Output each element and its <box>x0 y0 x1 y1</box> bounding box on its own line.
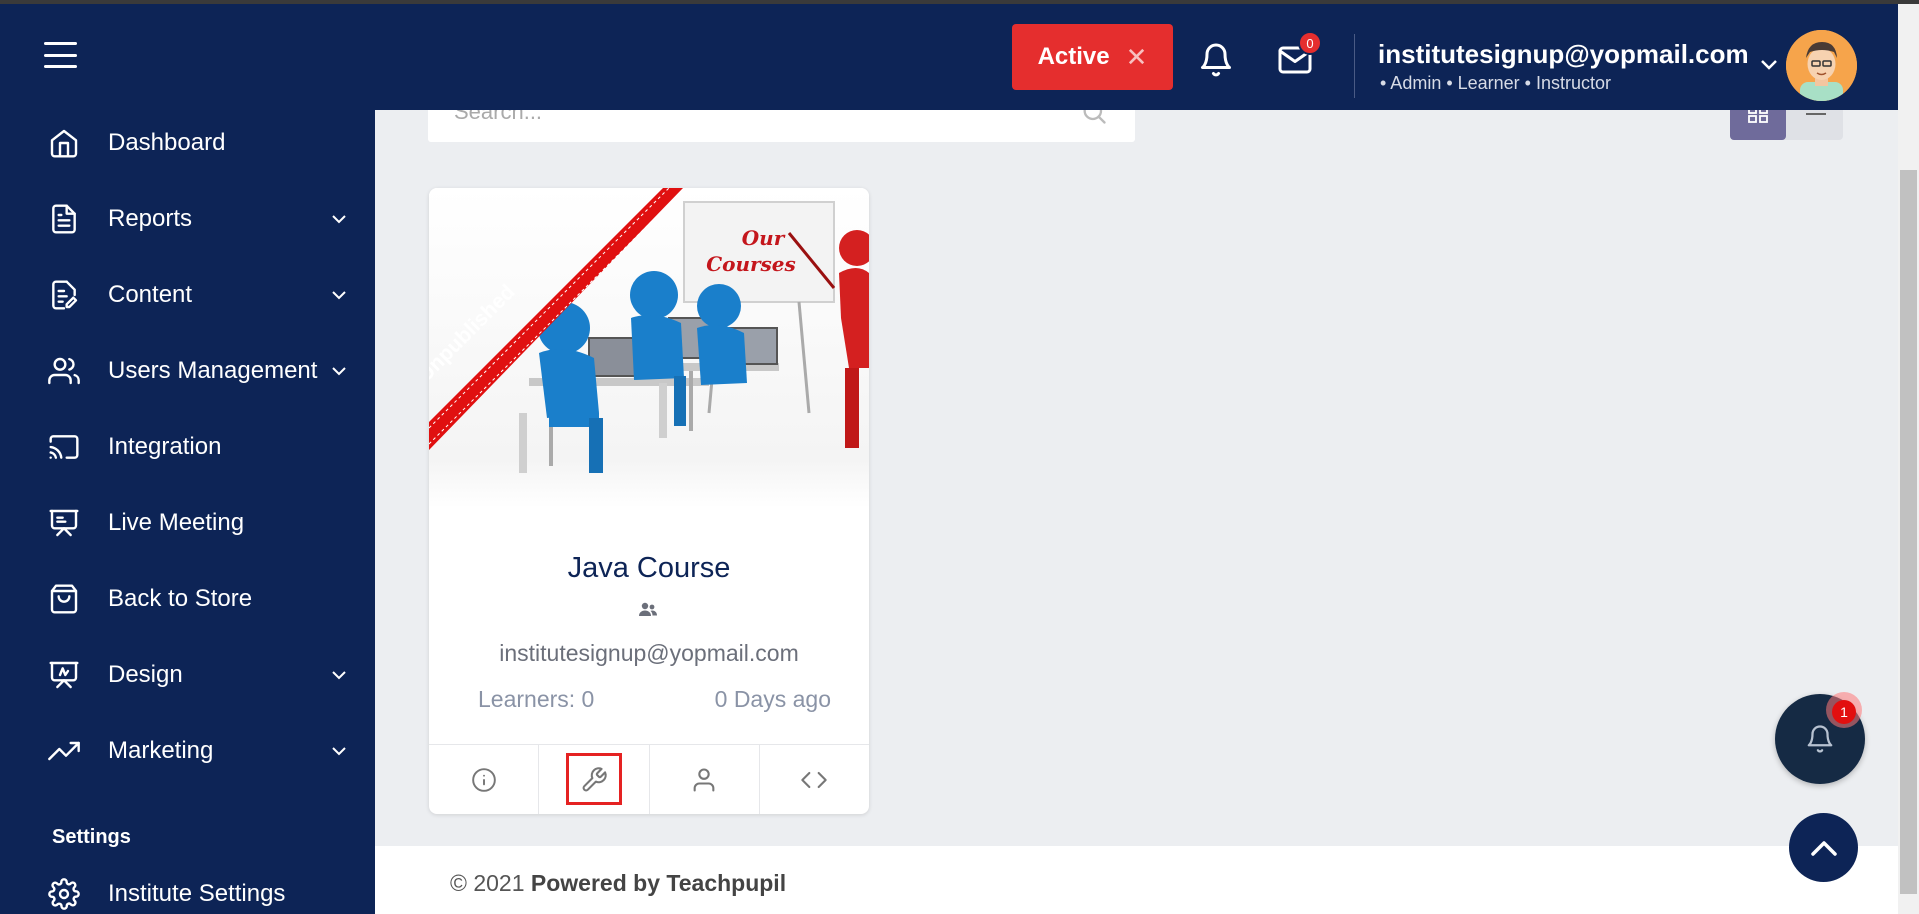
notification-badge: 1 <box>1832 700 1856 724</box>
classroom-illustration: Our Courses Unpublished <box>429 188 869 473</box>
chevron-down-icon <box>332 215 346 224</box>
sidebar-item-reports[interactable]: Reports <box>0 189 375 249</box>
top-header: Active ✕ 0 institutesignup@yopmail.com •… <box>0 4 1898 110</box>
instructor-button[interactable] <box>650 745 760 814</box>
course-thumbnail[interactable]: Our Courses Unpublished <box>429 188 869 508</box>
course-actions <box>429 744 869 814</box>
sidebar-item-label: Design <box>108 661 183 688</box>
avatar[interactable] <box>1786 30 1857 101</box>
cast-icon <box>49 435 79 459</box>
sidebar-item-label: Dashboard <box>108 129 226 156</box>
chevron-down-icon[interactable] <box>1760 59 1778 71</box>
home-icon <box>50 129 78 158</box>
tools-button[interactable] <box>539 745 650 814</box>
footer-text: © 2021 Powered by Teachpupil <box>450 870 786 897</box>
close-icon[interactable]: ✕ <box>1126 44 1148 70</box>
active-status-label: Active <box>1037 43 1110 70</box>
users-icon <box>48 357 80 385</box>
course-author: institutesignup@yopmail.com <box>499 640 799 666</box>
mail-count-badge: 0 <box>1298 31 1322 55</box>
copyright: © 2021 <box>450 870 525 896</box>
code-icon <box>801 771 828 789</box>
highlight-box <box>566 753 623 805</box>
active-status-button[interactable]: Active ✕ <box>1012 24 1173 90</box>
settings-heading: Settings <box>52 826 131 848</box>
sidebar-item-label: Institute Settings <box>108 880 286 907</box>
course-card[interactable]: Our Courses Unpublished Java Course inst… <box>429 188 869 814</box>
image-text-courses: Courses <box>706 252 796 276</box>
scrollbar-thumb[interactable] <box>1900 170 1917 894</box>
user-icon <box>693 768 715 792</box>
sidebar-item-marketing[interactable]: Marketing <box>0 721 375 781</box>
user-roles: • Admin • Learner • Instructor <box>1380 73 1612 93</box>
hamburger-menu-icon[interactable] <box>44 42 77 68</box>
bell-icon <box>1807 725 1833 753</box>
sidebar: Dashboard Reports Content Users Manageme… <box>0 110 375 914</box>
scroll-to-top-button[interactable] <box>1789 813 1858 882</box>
sidebar-item-back-to-store[interactable]: Back to Store <box>0 569 375 629</box>
sidebar-item-label: Users Management <box>108 357 318 384</box>
sidebar-item-label: Reports <box>108 205 193 232</box>
powered-by[interactable]: Powered by Teachpupil <box>531 870 786 896</box>
users-icon <box>639 602 657 616</box>
course-title[interactable]: Java Course <box>429 552 869 585</box>
info-button[interactable] <box>429 745 540 814</box>
chevron-down-icon <box>332 671 346 680</box>
info-icon <box>471 768 496 792</box>
header-divider <box>1354 34 1355 98</box>
sidebar-item-label: Back to Store <box>108 585 253 612</box>
sidebar-item-integration[interactable]: Integration <box>0 417 375 477</box>
course-age: 0 Days ago <box>714 686 831 712</box>
chevron-down-icon <box>332 367 346 376</box>
window-top-border <box>0 0 1919 4</box>
sidebar-item-dashboard[interactable]: Dashboard <box>0 113 375 173</box>
user-email[interactable]: institutesignup@yopmail.com <box>1378 39 1749 70</box>
sidebar-item-institute-settings[interactable]: Institute Settings <box>0 864 375 914</box>
sidebar-item-live-meeting[interactable]: Live Meeting <box>0 493 375 553</box>
gear-icon <box>48 878 80 910</box>
sidebar-item-content[interactable]: Content <box>0 265 375 325</box>
sidebar-item-label: Marketing <box>108 737 214 764</box>
bell-icon[interactable] <box>1198 40 1234 80</box>
chevron-down-icon <box>332 291 346 300</box>
document-icon <box>52 204 76 234</box>
embed-button[interactable] <box>760 745 869 814</box>
presentation-icon <box>49 509 79 537</box>
content-icon <box>52 280 78 310</box>
image-text-our: Our <box>742 226 786 250</box>
design-icon <box>49 661 79 689</box>
sidebar-item-label: Content <box>108 281 193 308</box>
trending-up-icon <box>48 741 80 761</box>
sidebar-item-label: Integration <box>108 433 222 460</box>
course-learners: Learners: 0 <box>478 686 595 712</box>
shopping-bag-icon <box>50 584 78 614</box>
sidebar-item-label: Live Meeting <box>108 509 245 536</box>
chevron-down-icon <box>332 747 346 756</box>
chevron-up-icon <box>1810 840 1837 856</box>
sidebar-item-design[interactable]: Design <box>0 645 375 705</box>
sidebar-item-users-management[interactable]: Users Management <box>0 341 375 401</box>
